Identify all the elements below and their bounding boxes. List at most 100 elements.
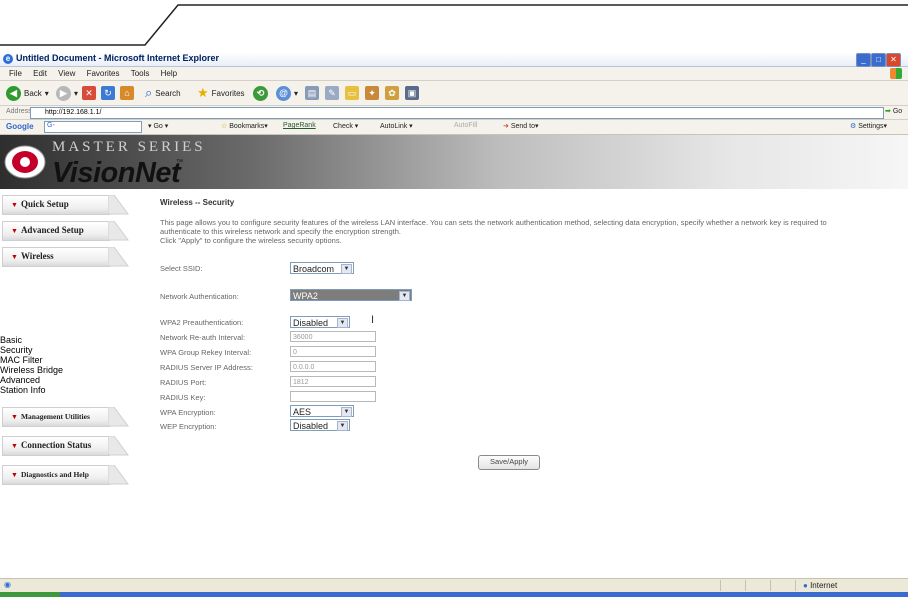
ssid-select[interactable]: Broadcom ▼ <box>290 262 354 274</box>
network-auth-select[interactable]: WPA2 ▼ <box>290 289 412 301</box>
mail-icon: @ <box>276 85 291 101</box>
sublink-station-info[interactable]: Station Info <box>0 385 63 395</box>
wep-encryption-select[interactable]: Disabled ▼ <box>290 419 350 431</box>
go-arrow-icon: ➡ <box>885 108 891 115</box>
nav-advanced-setup[interactable]: ▼ Advanced Setup <box>2 221 129 242</box>
mail-button[interactable]: @ ▾ <box>276 85 298 101</box>
down-triangle-icon: ▼ <box>11 471 18 479</box>
forward-button[interactable]: ▶ ▾ <box>56 85 78 101</box>
pagerank-indicator[interactable]: PageRank <box>283 122 316 129</box>
start-button[interactable] <box>0 592 60 597</box>
sublink-security[interactable]: Security <box>0 345 63 355</box>
radius-key-input[interactable] <box>290 391 376 402</box>
bookmarks-star-icon: ☆ <box>221 123 228 130</box>
maximize-button[interactable]: □ <box>871 53 886 67</box>
sublink-basic[interactable]: Basic <box>0 335 63 345</box>
nav-label: ▼ Wireless <box>11 251 54 261</box>
autolink-button[interactable]: AutoLink ▾ <box>380 122 413 130</box>
text-cursor-icon: I <box>371 314 375 326</box>
status-bar: ◉ ● Internet <box>0 578 908 593</box>
favorites-star-icon: ★ <box>197 85 209 100</box>
spell-check-button[interactable]: Check ▾ <box>333 122 358 130</box>
favorites-button[interactable]: ★ Favorites <box>197 85 245 101</box>
refresh-button[interactable]: ↻ <box>101 85 115 101</box>
send-to-button[interactable]: ➜ Send to▾ <box>503 122 538 130</box>
media-button[interactable]: ▣ <box>405 85 419 101</box>
bookmarks-label: Bookmarks▾ <box>229 123 268 130</box>
radius-key-label: RADIUS Key: <box>160 393 206 402</box>
research-button[interactable]: ✦ <box>365 85 379 101</box>
nav-button-slope <box>108 407 129 427</box>
wpa-encryption-select[interactable]: AES ▼ <box>290 405 354 417</box>
google-search-input[interactable]: G- <box>44 121 142 133</box>
menu-tools[interactable]: Tools <box>131 67 150 80</box>
ssid-label: Select SSID: <box>160 264 203 273</box>
autofill-button[interactable]: AutoFill <box>454 122 477 129</box>
google-go-button[interactable]: ▾ Go ▾ <box>148 122 168 130</box>
search-label: Search <box>155 88 181 98</box>
sublink-wireless-bridge[interactable]: Wireless Bridge <box>0 365 63 375</box>
rekey-label: WPA Group Rekey Interval: <box>160 348 252 357</box>
menu-help[interactable]: Help <box>161 67 177 80</box>
chevron-down-icon: ▼ <box>337 318 348 328</box>
address-input[interactable]: http://192.168.1.1/ <box>30 107 884 119</box>
rekey-input[interactable]: 0 <box>290 346 376 357</box>
nav-label: ▼ Connection Status <box>11 440 91 450</box>
nav-label: ▼ Management Utilities <box>11 412 90 421</box>
master-series-label: MASTER SERIES <box>52 139 206 155</box>
radius-port-input[interactable]: 1812 <box>290 376 376 387</box>
nav-connection-status[interactable]: ▼ Connection Status <box>2 436 129 457</box>
close-button[interactable]: ✕ <box>886 53 901 67</box>
minimize-button[interactable]: _ <box>856 53 871 67</box>
edit-button[interactable]: ✎ <box>325 85 339 101</box>
wpa-encryption-label: WPA Encryption: <box>160 408 216 417</box>
save-apply-button[interactable]: Save/Apply <box>478 455 540 470</box>
print-icon: ▤ <box>305 86 319 100</box>
home-button[interactable]: ⌂ <box>120 85 134 101</box>
nav-diagnostics-and-help[interactable]: ▼ Diagnostics and Help <box>2 465 129 486</box>
nav-quick-setup[interactable]: ▼ Quick Setup <box>2 195 129 216</box>
preauth-value: Disabled <box>293 318 329 328</box>
google-logo: Google <box>6 122 34 131</box>
bookmarks-button[interactable]: ☆ Bookmarks▾ <box>221 122 268 130</box>
history-button[interactable]: ⟲ <box>253 85 268 101</box>
sublink-advanced[interactable]: Advanced <box>0 375 63 385</box>
print-button[interactable]: ▤ <box>305 85 319 101</box>
research-icon: ✦ <box>365 86 379 100</box>
nav-wireless[interactable]: ▼ Wireless <box>2 247 129 268</box>
sublink-mac-filter[interactable]: MAC Filter <box>0 355 63 365</box>
menu-favorites[interactable]: Favorites <box>87 67 120 80</box>
menu-edit[interactable]: Edit <box>33 67 47 80</box>
standard-toolbar: ◀ Back ▾ ▶ ▾ ✕ ↻ ⌂ ⌕ Search ★ Favorites … <box>0 81 908 106</box>
back-arrow-icon: ◀ <box>6 85 21 101</box>
favorites-label: Favorites <box>211 88 245 98</box>
settings-button[interactable]: ⚙ Settings▾ <box>850 122 887 130</box>
trademark-mark: ™ <box>176 159 183 166</box>
refresh-icon: ↻ <box>101 86 115 100</box>
google-toolbar: Google G- ▾ Go ▾ ☆ Bookmarks▾ PageRank C… <box>0 120 908 135</box>
messenger-icon: ✿ <box>385 86 399 100</box>
security-zone: ● Internet <box>803 581 837 590</box>
address-go-button[interactable]: ➡ Go <box>885 107 902 115</box>
nav-management-utilities[interactable]: ▼ Management Utilities <box>2 407 129 428</box>
address-url: http://192.168.1.1/ <box>45 109 102 116</box>
back-button[interactable]: ◀ Back ▾ <box>6 85 49 101</box>
chevron-down-icon: ▼ <box>337 421 348 431</box>
status-divider <box>795 580 796 591</box>
menu-view[interactable]: View <box>58 67 75 80</box>
menu-file[interactable]: File <box>9 67 22 80</box>
stop-button[interactable]: ✕ <box>82 85 96 101</box>
messenger-button[interactable]: ✿ <box>385 85 399 101</box>
search-button[interactable]: ⌕ Search <box>145 85 181 101</box>
radius-ip-input[interactable]: 0.0.0.0 <box>290 361 376 372</box>
edit-icon: ✎ <box>325 86 339 100</box>
window-title: Untitled Document - Microsoft Internet E… <box>16 53 220 63</box>
preauth-select[interactable]: Disabled ▼ <box>290 316 350 328</box>
nav-button-slope <box>108 195 129 215</box>
nav-label: ▼ Quick Setup <box>11 199 69 209</box>
reauth-input[interactable]: 36000 <box>290 331 376 342</box>
settings-label: Settings▾ <box>858 123 888 130</box>
router-banner: MASTER SERIES VisionNet ™ <box>0 135 908 189</box>
address-go-label: Go <box>892 108 903 115</box>
folder-button[interactable]: ▭ <box>345 85 359 101</box>
